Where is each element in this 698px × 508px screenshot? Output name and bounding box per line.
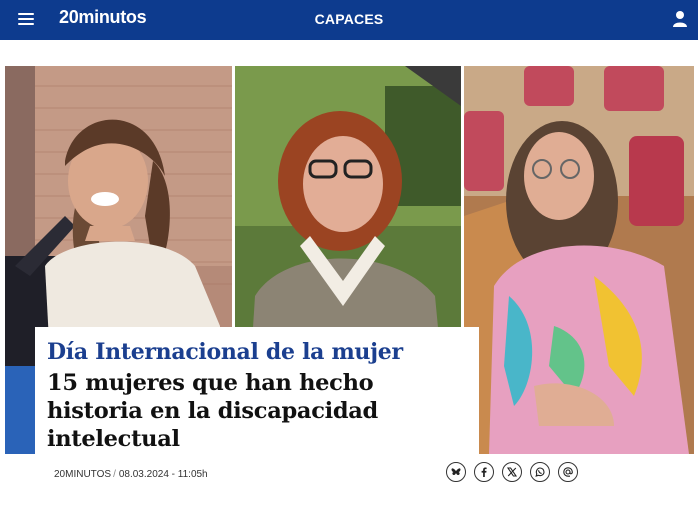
x-icon xyxy=(506,467,518,477)
meta-separator: / xyxy=(113,469,116,480)
facebook-share-button[interactable] xyxy=(474,462,494,482)
section-title[interactable]: CAPACES xyxy=(0,11,698,27)
bluesky-share-button[interactable] xyxy=(446,462,466,482)
bluesky-icon xyxy=(451,468,461,476)
headline-card: Día Internacional de la mujer 15 mujeres… xyxy=(35,327,479,455)
article-title: 15 mujeres que han hecho historia en la … xyxy=(47,370,378,452)
whatsapp-icon xyxy=(535,467,545,477)
article-kicker: Día Internacional de la mujer xyxy=(47,339,403,365)
email-share-button[interactable] xyxy=(558,462,578,482)
user-account-icon[interactable] xyxy=(672,10,688,28)
facebook-icon xyxy=(481,467,487,477)
photo-woman-desk xyxy=(464,66,694,454)
email-icon xyxy=(563,467,573,477)
article-author[interactable]: 20MINUTOS xyxy=(54,469,111,480)
whatsapp-share-button[interactable] xyxy=(530,462,550,482)
article-meta: 20MINUTOS/08.03.2024 - 11:05h xyxy=(54,469,208,480)
top-navbar: 20minutos CAPACES xyxy=(0,0,698,40)
x-share-button[interactable] xyxy=(502,462,522,482)
article-date: 08.03.2024 - 11:05h xyxy=(118,469,208,480)
